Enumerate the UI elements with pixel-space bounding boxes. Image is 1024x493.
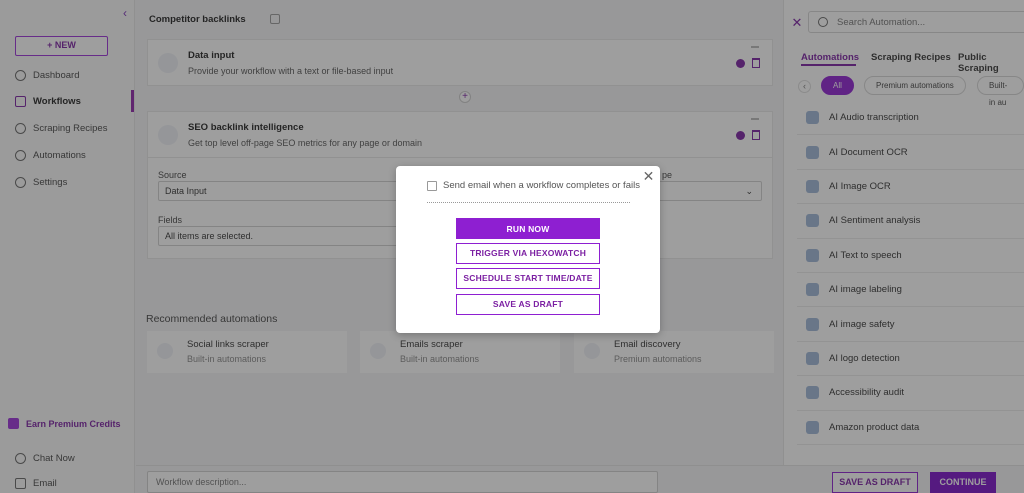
- modal-save-as-draft-button[interactable]: SAVE AS DRAFT: [456, 294, 600, 315]
- email-notify-checkbox[interactable]: [427, 180, 437, 191]
- close-icon[interactable]: ✕: [642, 169, 655, 183]
- email-notify-option[interactable]: Send email when a workflow completes or …: [427, 180, 640, 191]
- trigger-via-hexowatch-button[interactable]: TRIGGER VIA HEXOWATCH: [456, 243, 600, 264]
- schedule-start-button[interactable]: SCHEDULE START TIME/DATE: [456, 268, 600, 289]
- divider: [427, 202, 630, 203]
- run-now-button[interactable]: RUN NOW: [456, 218, 600, 239]
- run-workflow-modal: ✕ Send email when a workflow completes o…: [396, 166, 660, 333]
- email-notify-label: Send email when a workflow completes or …: [443, 180, 640, 191]
